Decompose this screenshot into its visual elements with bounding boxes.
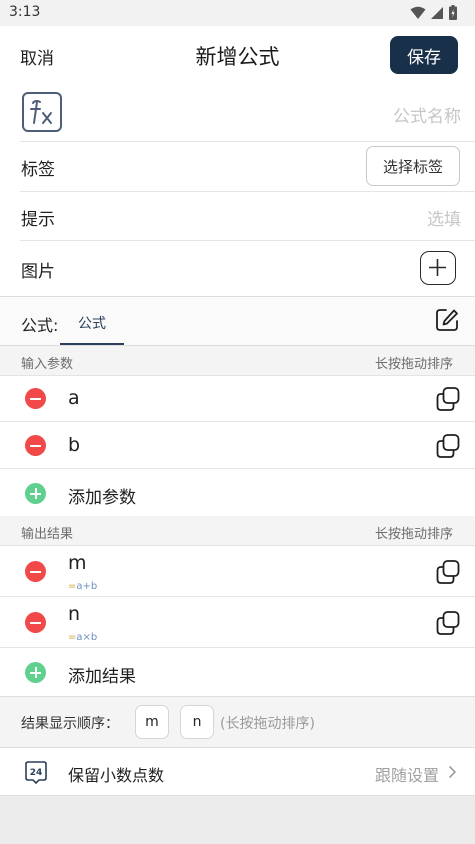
divider: [20, 240, 475, 241]
remove-icon[interactable]: [25, 612, 46, 633]
remove-icon[interactable]: [25, 388, 46, 409]
add-param-label[interactable]: 添加参数: [68, 483, 136, 508]
copy-icon[interactable]: [435, 559, 461, 585]
copy-icon[interactable]: [435, 386, 461, 412]
formula-name-input[interactable]: 公式名称: [393, 102, 461, 127]
param-name: b: [68, 434, 81, 456]
status-time: 3:13: [9, 4, 41, 20]
order-chip[interactable]: n: [180, 705, 214, 739]
hint-label: 提示: [21, 210, 55, 230]
result-name: m: [68, 552, 87, 574]
param-name: a: [68, 387, 80, 409]
result-expression: =a×b: [68, 632, 98, 643]
decimal-places-row[interactable]: 24 保留小数点数 跟随设置: [0, 748, 475, 796]
result-order-label: 结果显示顺序：: [21, 716, 119, 732]
image-label: 图片: [21, 262, 55, 282]
chevron-right-icon: [448, 765, 457, 779]
divider: [20, 141, 475, 142]
add-result-label[interactable]: 添加结果: [68, 662, 136, 687]
result-row[interactable]: n =a×b: [0, 597, 475, 648]
status-icons: [410, 5, 457, 20]
wifi-icon: [410, 6, 426, 19]
sort-note: 长按拖动排序: [374, 357, 453, 372]
decimal-label: 保留小数点数: [68, 766, 165, 785]
formula-tab-bar: 公式: 公式: [0, 296, 475, 346]
param-row[interactable]: a: [0, 376, 475, 422]
copy-icon[interactable]: [435, 433, 461, 459]
svg-text:24: 24: [30, 768, 43, 778]
plus-icon: [429, 259, 446, 276]
app-bar: 取消 新增公式 保存: [0, 26, 475, 86]
result-order-bar: 结果显示顺序： m n (长按拖动排序): [0, 696, 475, 748]
fx-icon: [30, 99, 52, 124]
calendar-24-icon: 24: [25, 761, 47, 784]
formula-tab-prefix: 公式:: [21, 316, 59, 335]
param-row[interactable]: b: [0, 422, 475, 469]
select-tag-button[interactable]: 选择标签: [366, 146, 460, 186]
save-button[interactable]: 保存: [390, 36, 458, 74]
add-image-button[interactable]: [420, 251, 456, 285]
remove-icon[interactable]: [25, 435, 46, 456]
add-result-row[interactable]: 添加结果: [0, 648, 475, 696]
output-results-header: 输出结果 长按拖动排序: [0, 516, 475, 546]
order-hint: (长按拖动排序): [220, 716, 315, 732]
tab-formula[interactable]: 公式: [78, 313, 106, 333]
status-bar: 3:13: [0, 0, 475, 26]
add-param-row[interactable]: 添加参数: [0, 469, 475, 516]
tag-label: 标签: [21, 160, 55, 180]
add-icon[interactable]: [25, 483, 46, 504]
section-title: 输出结果: [21, 527, 74, 542]
result-expression: =a+b: [68, 581, 98, 592]
battery-icon: [449, 5, 457, 20]
tab-active-indicator: [60, 343, 124, 345]
section-title: 输入参数: [21, 357, 74, 372]
copy-icon[interactable]: [435, 610, 461, 636]
result-row[interactable]: m =a+b: [0, 546, 475, 597]
remove-icon[interactable]: [25, 561, 46, 582]
input-params-header: 输入参数 长按拖动排序: [0, 346, 475, 376]
divider: [20, 191, 475, 192]
order-chip[interactable]: m: [135, 705, 169, 739]
hint-input[interactable]: 选填: [427, 205, 461, 230]
edit-icon[interactable]: [434, 307, 460, 333]
sort-note: 长按拖动排序: [374, 527, 453, 542]
decimal-value: 跟随设置: [374, 766, 439, 785]
formula-fx-icon[interactable]: [22, 92, 62, 132]
add-icon[interactable]: [25, 662, 46, 683]
signal-icon: [431, 6, 443, 19]
result-name: n: [68, 603, 81, 625]
